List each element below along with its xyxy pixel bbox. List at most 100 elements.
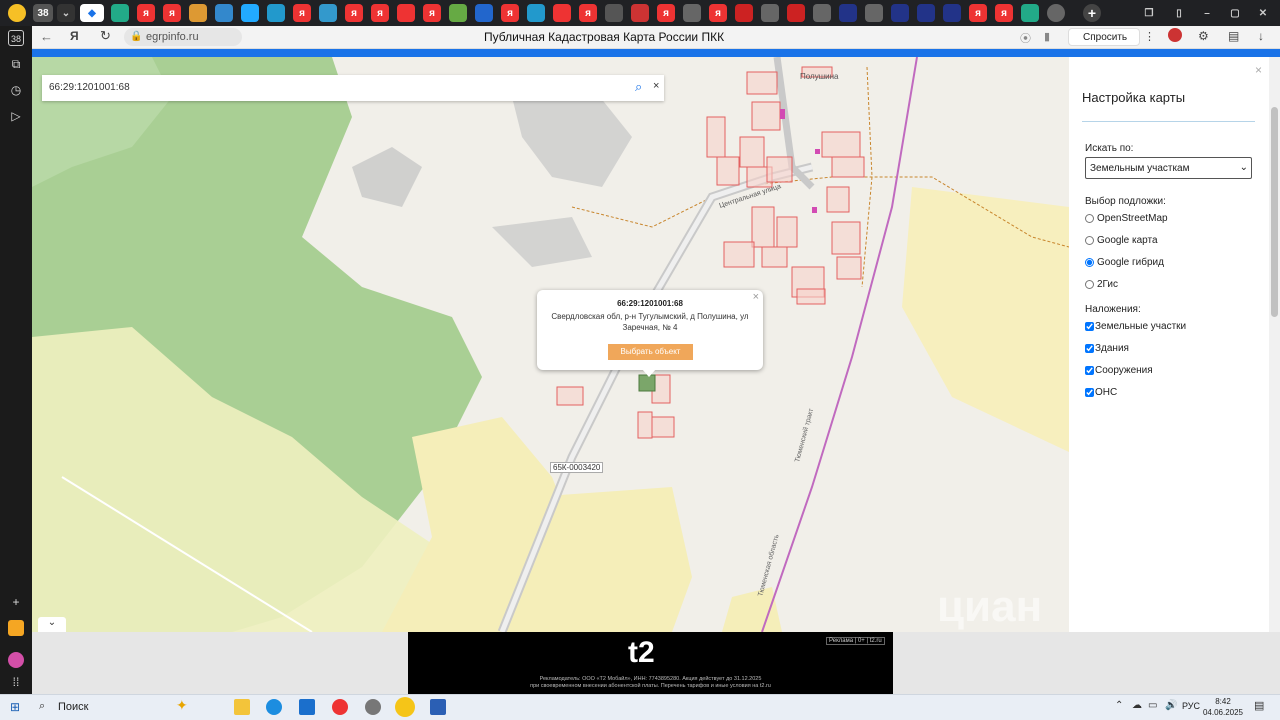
tab-15[interactable] <box>475 4 493 22</box>
tab-1[interactable] <box>111 4 129 22</box>
tab-2[interactable]: я <box>137 4 155 22</box>
tab-11[interactable]: я <box>371 4 389 22</box>
panel-close-icon[interactable]: × <box>1255 63 1262 77</box>
tab-counter-rail-icon[interactable]: 38 <box>8 30 24 46</box>
download-icon[interactable]: ↓ <box>1258 29 1264 43</box>
tabs-panel-icon[interactable]: ⧉ <box>8 56 24 72</box>
minimize-icon[interactable]: – <box>1198 4 1216 22</box>
overlay-land-plots-checkbox[interactable] <box>1085 321 1094 331</box>
select-object-button[interactable]: Выбрать объект <box>608 344 693 360</box>
profile-icon[interactable] <box>1168 28 1182 42</box>
search-clear-icon[interactable]: × <box>653 80 659 92</box>
tab-24[interactable]: я <box>709 4 727 22</box>
file-explorer-icon[interactable] <box>234 699 250 715</box>
tab-counter[interactable]: 38 <box>33 4 53 22</box>
sidepanel-icon[interactable]: ▤ <box>1228 29 1239 43</box>
tab-28[interactable] <box>813 4 831 22</box>
tab-34[interactable]: я <box>969 4 987 22</box>
tab-18[interactable] <box>553 4 571 22</box>
tab-25[interactable] <box>735 4 753 22</box>
tab-active[interactable]: ◆ <box>80 4 104 22</box>
app-circle-icon[interactable] <box>365 699 381 715</box>
windows-start-icon[interactable]: ⊞ <box>10 700 20 714</box>
outlook-icon[interactable] <box>299 699 315 715</box>
tab-31[interactable] <box>891 4 909 22</box>
reload-icon[interactable]: ↻ <box>100 28 111 44</box>
tray-volume-icon[interactable]: 🔊 <box>1165 700 1177 711</box>
basemap-osm[interactable]: OpenStreetMap <box>1085 207 1255 229</box>
tab-32[interactable] <box>917 4 935 22</box>
basemap-google[interactable]: Google карта <box>1085 229 1255 251</box>
add-panel-icon[interactable]: + <box>8 594 24 610</box>
tab-7[interactable] <box>267 4 285 22</box>
basemap-google-hybrid-radio[interactable] <box>1085 257 1094 267</box>
search-icon[interactable]: ⌕ <box>635 79 642 95</box>
tab-3[interactable]: я <box>163 4 181 22</box>
tab-30[interactable] <box>865 4 883 22</box>
edge-icon[interactable] <box>266 699 282 715</box>
tab-16[interactable]: я <box>501 4 519 22</box>
tab-8[interactable]: я <box>293 4 311 22</box>
tab-22[interactable]: я <box>657 4 675 22</box>
alice-icon[interactable] <box>8 652 24 668</box>
tabs-menu-icon[interactable]: ⌄ <box>57 4 75 22</box>
word-icon[interactable] <box>430 699 446 715</box>
basemap-google-hybrid[interactable]: Google гибрид <box>1085 251 1255 273</box>
browser-logo-icon[interactable] <box>8 4 26 22</box>
tab-14[interactable] <box>449 4 467 22</box>
location-icon[interactable]: ⦿ <box>1020 30 1031 46</box>
collections-icon[interactable]: ❐ <box>1140 4 1158 22</box>
bookmark-icon[interactable]: ▯ <box>1170 4 1188 22</box>
overlay-land-plots[interactable]: Земельные участки <box>1085 315 1255 337</box>
back-icon[interactable]: ← <box>40 29 53 44</box>
t2-ad-banner[interactable]: Реклама | 0+ | t2.ru t2 Рекламодатель: О… <box>408 632 893 694</box>
clock[interactable]: 8:42 04.06.2025 <box>1200 696 1246 718</box>
cadastral-map[interactable]: Полушина Центральная улица 65К-0003420 Т… <box>32 57 1069 632</box>
basemap-2gis-radio[interactable] <box>1085 279 1094 289</box>
tab-23[interactable] <box>683 4 701 22</box>
history-icon[interactable]: ◷ <box>8 82 24 98</box>
overlay-ons-checkbox[interactable] <box>1085 387 1094 397</box>
tab-19[interactable]: я <box>579 4 597 22</box>
tab-12[interactable] <box>397 4 415 22</box>
selected-parcel[interactable] <box>638 374 656 392</box>
page-scrollbar[interactable] <box>1269 57 1280 632</box>
cadastral-search-input[interactable]: 66:29:1201001:68 <box>49 82 130 93</box>
tab-27[interactable] <box>787 4 805 22</box>
notifications-icon[interactable]: ▤ <box>1254 699 1264 712</box>
collapse-chevron-icon[interactable]: ⌄ <box>38 617 66 632</box>
extensions-icon[interactable]: ⚙ <box>1198 29 1209 43</box>
scrollbar-thumb[interactable] <box>1271 107 1278 317</box>
yandex-browser-icon[interactable] <box>395 697 415 717</box>
tab-29[interactable] <box>839 4 857 22</box>
tab-5[interactable] <box>215 4 233 22</box>
tab-37[interactable] <box>1047 4 1065 22</box>
more-icon[interactable]: ⋮ <box>1144 30 1155 43</box>
language-indicator[interactable]: РУС <box>1182 701 1200 711</box>
overlay-buildings[interactable]: Здания <box>1085 337 1255 359</box>
taskbar-search[interactable]: ⌕ Поиск ✦ <box>34 695 222 720</box>
basemap-2gis[interactable]: 2Гис <box>1085 273 1255 295</box>
yandex-icon[interactable]: Я <box>70 29 79 43</box>
tab-9[interactable] <box>319 4 337 22</box>
tab-35[interactable]: я <box>995 4 1013 22</box>
apps-grid-icon[interactable]: ⁞⁞ <box>8 674 24 690</box>
basemap-osm-radio[interactable] <box>1085 213 1094 223</box>
overlay-structures-checkbox[interactable] <box>1085 365 1094 375</box>
maximize-icon[interactable]: ▢ <box>1226 4 1244 22</box>
address-text[interactable]: egrpinfo.ru <box>146 31 199 43</box>
yandex-app-icon[interactable] <box>332 699 348 715</box>
close-window-icon[interactable]: ✕ <box>1254 4 1272 22</box>
tab-10[interactable]: я <box>345 4 363 22</box>
basemap-google-radio[interactable] <box>1085 235 1094 245</box>
tab-20[interactable] <box>605 4 623 22</box>
tab-21[interactable] <box>631 4 649 22</box>
ask-button[interactable]: Спросить <box>1068 28 1140 46</box>
tab-4[interactable] <box>189 4 207 22</box>
bookmark-add-icon[interactable]: ▮ <box>1044 30 1050 43</box>
tab-6[interactable] <box>241 4 259 22</box>
search-by-select[interactable]: Земельным участкам ⌄ <box>1085 157 1252 179</box>
tab-36[interactable] <box>1021 4 1039 22</box>
tray-chevron-icon[interactable]: ⌃ <box>1115 700 1123 711</box>
tab-33[interactable] <box>943 4 961 22</box>
